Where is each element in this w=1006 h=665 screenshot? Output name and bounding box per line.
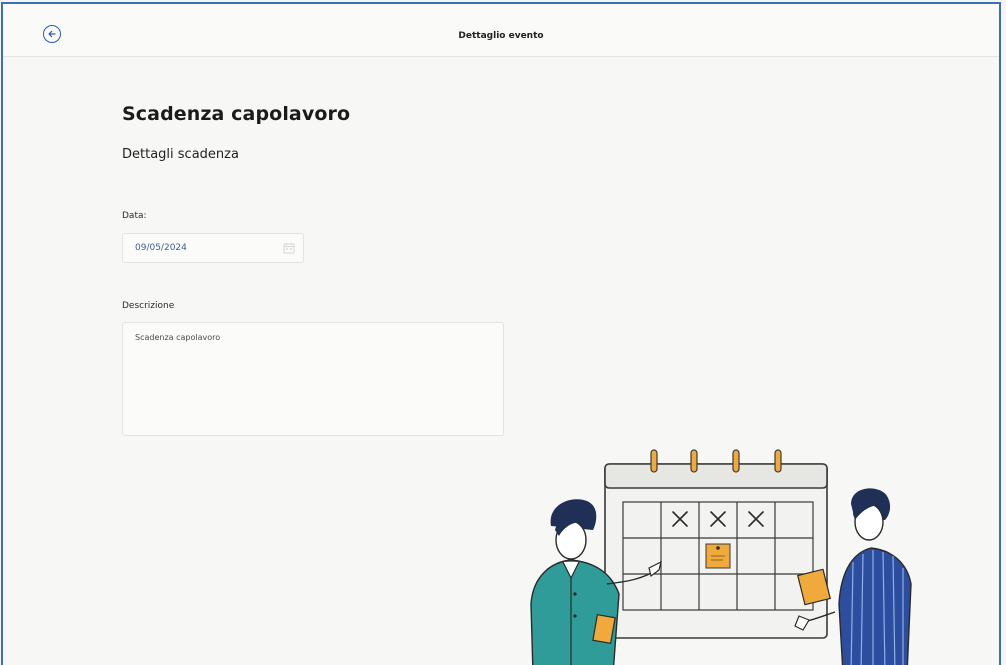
description-label: Descrizione xyxy=(122,301,175,311)
page-title: Scadenza capolavoro xyxy=(122,103,351,125)
date-label: Data: xyxy=(122,211,147,221)
description-value: Scadenza capolavoro xyxy=(135,333,221,342)
description-textarea[interactable]: Scadenza capolavoro xyxy=(122,322,504,436)
calendar-people-illustration xyxy=(530,449,912,665)
page-header-title: Dettaglio evento xyxy=(458,31,544,41)
section-title: Dettagli scadenza xyxy=(122,147,239,162)
calendar-icon[interactable] xyxy=(283,242,295,254)
app-window: Dettaglio evento Scadenza capolavoro Det… xyxy=(1,2,1001,665)
date-field[interactable]: 09/05/2024 xyxy=(122,233,304,263)
date-value: 09/05/2024 xyxy=(135,243,187,253)
sticky-note-icon xyxy=(705,543,731,569)
top-bar: Dettaglio evento xyxy=(3,4,999,57)
